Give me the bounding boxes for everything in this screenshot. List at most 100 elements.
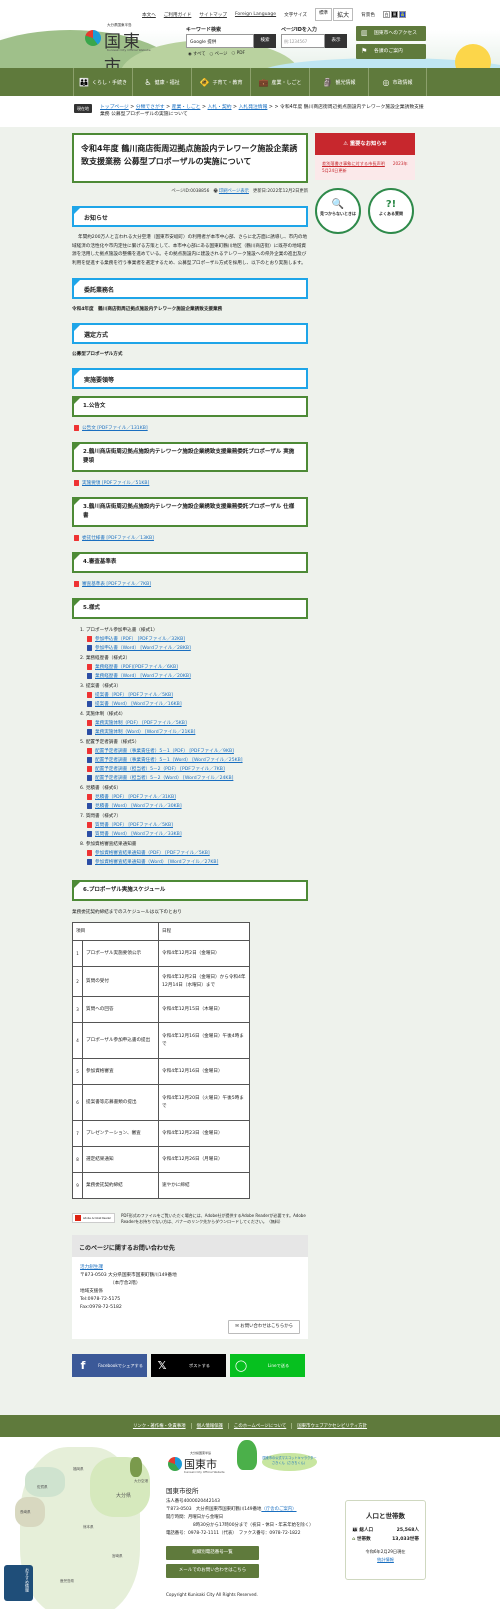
subheading-spec: 3.鶴川商店街周辺拠点施設内テレワーク施設企業誘致支援業務委託プロポーザル 仕様… (72, 497, 308, 527)
file-link[interactable]: 提案書（Word） [Wordファイル／16KB] (95, 701, 182, 707)
row-item: プロポーザル実施要領公示 (82, 940, 159, 967)
work-name: 令和4年度 鶴川商店街周辺拠点施設内テレワーク施設企業誘致支援業務 (72, 307, 223, 312)
nav-tourism[interactable]: 🗿 観光情報 (309, 68, 368, 96)
cant-find-button[interactable]: 🔍 見つからないときは (315, 188, 361, 234)
file-link[interactable]: 配置予定者調書（事業責任者）5－1（Word） [Wordファイル／25KB] (95, 757, 243, 763)
footer-link-accessibility[interactable]: 国東市ウェブアクセシビリティ方針 (291, 1423, 372, 1429)
keyword-search-input[interactable]: Google 提供 (186, 34, 254, 48)
font-large-button[interactable]: 拡大 (333, 8, 354, 21)
file-link[interactable]: 公告文 [PDFファイル／131KB] (82, 425, 148, 431)
page-id-input[interactable]: 例:1234567 (281, 34, 325, 48)
file-link[interactable]: 見積書（Word） [Wordファイル／30KB] (95, 803, 182, 809)
breadcrumb-bids[interactable]: 入札・契約 (208, 105, 232, 110)
x-post-button[interactable]: 𝕏 ポストする (151, 1354, 226, 1377)
recommended-info-button[interactable]: おすすめ情報 (4, 1565, 33, 1601)
pdf-icon (74, 480, 79, 486)
page-id-label: ページIDを入力 (281, 27, 317, 33)
file-link[interactable]: 実施要領 [PDFファイル／51KB] (82, 480, 149, 486)
nav-industry[interactable]: 💼 産業・しごと (250, 68, 309, 96)
office-guide-link[interactable]: （庁舎のご案内） (261, 1507, 296, 1512)
adobe-reader-banner[interactable]: Adobe Acrobat Reader (72, 1213, 115, 1223)
word-icon (87, 756, 92, 763)
access-button[interactable]: ▥ 国東市へのアクセス (356, 26, 426, 41)
page-meta: ページID:0038856 🖶 印刷ページ表示 更新日:2022年12月2日更新 (72, 187, 308, 195)
file-link[interactable]: 配置予定者調書（担当者）5－2（Word） [Wordファイル／24KB] (95, 775, 233, 781)
print-link[interactable]: 印刷ページ表示 (219, 189, 249, 194)
office-hours: 8時30分から17時00分まで（祝日・休日・年末年始を除く） (193, 1523, 314, 1528)
file-link[interactable]: 配置予定者調書（事業責任者）5－1（PDF） [PDFファイル／9KB] (95, 748, 234, 754)
guide-link[interactable]: ご利用ガイド (164, 12, 192, 18)
file-link[interactable]: 配置予定者調書（担当者）5－2（PDF） [PDFファイル／7KB] (95, 766, 225, 772)
nav-childcare[interactable]: 🚸 子育て・教育 (191, 68, 250, 96)
file-item: 配置予定者調書（担当者）5－2（Word） [Wordファイル／24KB] (87, 773, 308, 782)
faq-button[interactable]: ?! よくある質問 (368, 188, 414, 234)
table-row: 7 プレゼンテーション、審査 令和4年12月23日（金曜日） (72, 1120, 250, 1147)
file-link[interactable]: 業務実施体制（Word） [Wordファイル／21KB] (95, 729, 195, 735)
facebook-share-button[interactable]: f Facebookでシェアする (72, 1354, 147, 1377)
breadcrumb-category[interactable]: 分類でさがす (136, 105, 165, 110)
file-link[interactable]: 参加資格審査結果通知書（Word） [Wordファイル／27KB] (95, 859, 218, 865)
departments-button[interactable]: ⚑ 各課のご案内 (356, 44, 426, 59)
stats-link[interactable]: 統計情報 (377, 1557, 394, 1562)
footer-link-about[interactable]: このホームページについて (227, 1423, 291, 1429)
form-group: 8. 参加資格審査結果通知書 参加資格審査結果通知書（PDF） [PDFファイル／… (80, 841, 308, 866)
foreign-language-link[interactable]: Foreign Language (235, 12, 276, 17)
bg-white-button[interactable]: 白 (382, 11, 390, 18)
site-logo[interactable]: 大分県国東半島 国東市 Kunisaki City Official Websi… (80, 22, 160, 68)
section-heading-notice: お知らせ (72, 206, 308, 227)
scope-page-radio[interactable]: ○ ページ (210, 51, 228, 57)
mail-inquiry-button[interactable]: メールでのお問い合わせはこちら (166, 1564, 259, 1578)
main-column: 令和4年度 鶴川商店街周辺拠点施設内テレワーク施設企業誘致支援業務 公募型プロポ… (72, 133, 308, 1377)
line-icon: ◯ (234, 1359, 248, 1372)
file-link[interactable]: 業務経歴書（Word） [Wordファイル／20KB] (95, 673, 191, 679)
file-link[interactable]: 審査基準表 [PDFファイル／7KB] (82, 581, 151, 587)
form-group-label: 3. 提案書（様式3） (80, 684, 121, 689)
share-buttons: f Facebookでシェアする 𝕏 ポストする ◯ Lineで送る (72, 1354, 308, 1377)
scope-pdf-radio[interactable]: ○ PDF (231, 51, 245, 57)
file-link[interactable]: 業務実施体制（PDF） [PDFファイル／5KB] (95, 720, 187, 726)
bg-black-button[interactable]: 黒 (390, 11, 398, 18)
skip-to-content-link[interactable]: 本文へ (142, 12, 156, 18)
family-icon: 👪 (79, 77, 89, 87)
department-link[interactable]: 活力創生課 (80, 1265, 103, 1270)
file-item: 業務実施体制（Word） [Wordファイル／21KB] (87, 727, 308, 736)
nav-city[interactable]: ◎ 市政情報 (368, 68, 427, 96)
scope-all-radio[interactable]: ◉ すべて (188, 51, 206, 57)
nav-living[interactable]: 👪 くらし・手続き (73, 68, 132, 96)
envelope-icon: ✉ (235, 1324, 239, 1329)
file-link[interactable]: 質問書（PDF） [PDFファイル／5KB] (95, 822, 173, 828)
mascot-link[interactable]: 国東市の公式マスコットキャラクター さきくん（さきちくん） (262, 1453, 317, 1471)
file-link[interactable]: 業務経歴書（PDF)[PDFファイル／6KB] (95, 664, 178, 670)
pdf-icon (87, 849, 92, 856)
row-item: 選定結果通知 (82, 1146, 159, 1173)
phone-list-button[interactable]: 組織別電話番号一覧 (166, 1546, 259, 1560)
notice-link[interactable]: 差別落書き事象に対する市長声明 (322, 161, 385, 166)
file-link[interactable]: 参加申込書（PDF） [PDFファイル／32KB] (95, 636, 185, 642)
file-link[interactable]: 見積書（PDF） [PDFファイル／31KB] (95, 794, 176, 800)
mascot-image (237, 1440, 257, 1470)
subheading-criteria: 4.審査基準表 (72, 552, 308, 573)
footer-link-privacy[interactable]: 個人情報保護 (190, 1423, 228, 1429)
page-id-show-button[interactable]: 表示 (325, 34, 347, 48)
search-button[interactable]: 検索 (254, 34, 276, 48)
file-link[interactable]: 参加申込書（Word） [Wordファイル／28KB] (95, 645, 191, 651)
map-label: 大分空港 (134, 1479, 148, 1483)
font-standard-button[interactable]: 標準 (314, 8, 333, 21)
row-number: 9 (72, 1172, 83, 1199)
magnifier-icon: 🔍 (331, 199, 345, 210)
breadcrumb-top[interactable]: トップページ (100, 105, 129, 110)
nav-health[interactable]: ♿ 健康・福祉 (132, 68, 191, 96)
file-link[interactable]: 参加資格審査結果通知書（PDF） [PDFファイル／5KB] (95, 850, 210, 856)
file-link[interactable]: 委託仕様書 [PDFファイル／13KB] (82, 535, 154, 541)
bg-blue-button[interactable]: 青 (398, 11, 406, 18)
breadcrumb-industry[interactable]: 産業・しごと (172, 105, 201, 110)
breadcrumb-bid-info[interactable]: 入札発注情報 (239, 105, 268, 110)
file-link[interactable]: 提案書（PDF） [PDFファイル／5KB] (95, 692, 173, 698)
contact-mail-button[interactable]: ✉ お問い合わせはこちらから (228, 1320, 300, 1334)
sitemap-link[interactable]: サイトマップ (199, 12, 227, 18)
file-link[interactable]: 質問書（Word） [Wordファイル／33KB] (95, 831, 182, 837)
schedule-table: 項目 日程 1 プロポーザル実施要領公示 令和4年12月2日（金曜日） 2 質問の受付 令和… (72, 922, 250, 1199)
footer-link-legal[interactable]: リンク・著作権・免責事項 (128, 1423, 191, 1429)
utility-bar: 本文へ ご利用ガイド サイトマップ Foreign Language 文字サイズ… (142, 8, 406, 21)
line-share-button[interactable]: ◯ Lineで送る (230, 1354, 305, 1377)
